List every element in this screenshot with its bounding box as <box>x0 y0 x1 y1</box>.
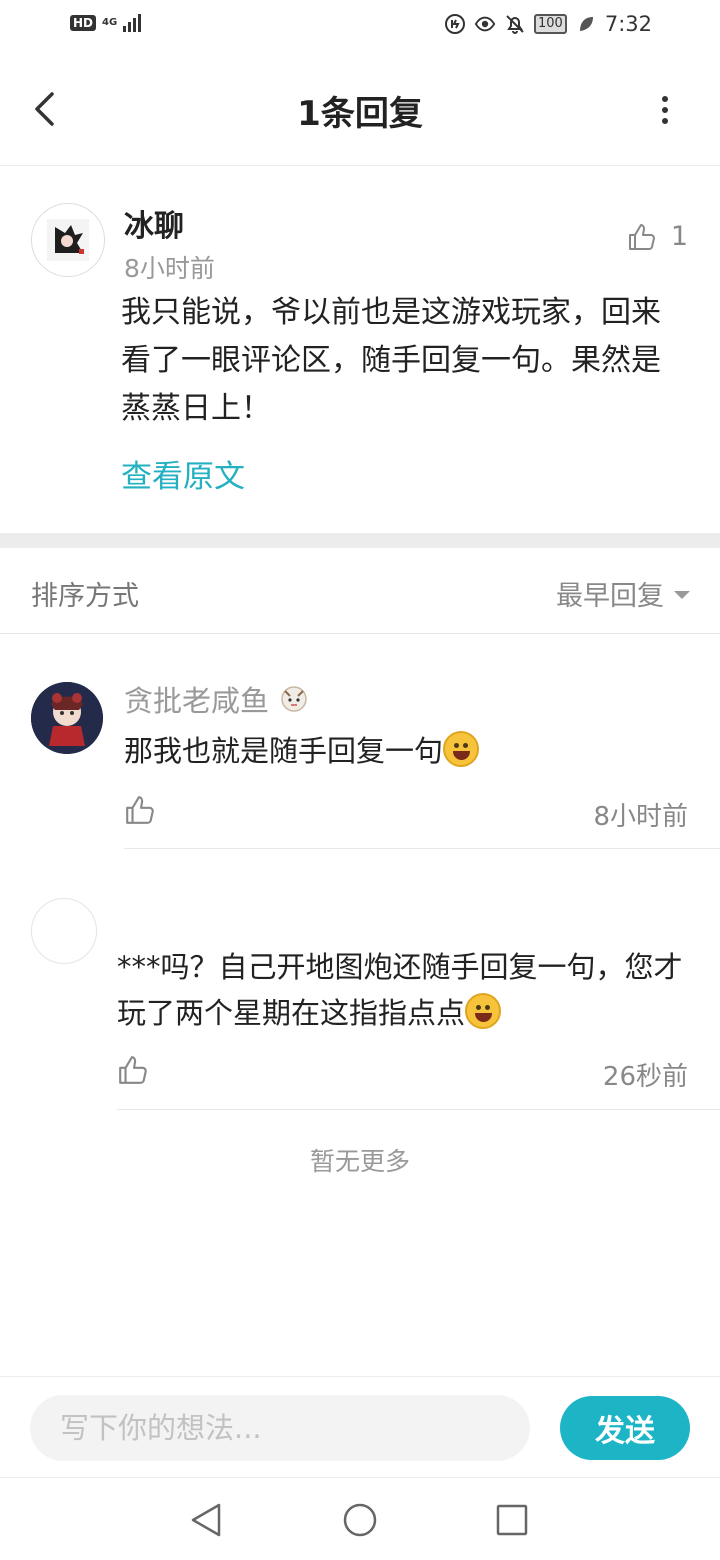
data-saver-icon <box>444 13 466 35</box>
nav-back-button[interactable] <box>186 1500 226 1540</box>
no-more-label: 暂无更多 <box>309 1147 410 1176</box>
reply-time: 8小时前 <box>593 802 688 832</box>
page-header: 1条回复 <box>0 56 720 166</box>
reply-text-content: ***吗？自己开地图炮还随手回复一句，您才玩了两个星期在这指指点点 <box>117 950 683 1030</box>
reply-author[interactable]: 贪批老咸鱼 <box>124 678 311 720</box>
send-button[interactable]: 发送 <box>560 1396 690 1460</box>
circle-home-icon <box>343 1503 377 1537</box>
nav-recents-button[interactable] <box>492 1500 532 1540</box>
signal-icon <box>123 14 142 32</box>
hd-badge: HD <box>70 15 97 31</box>
comment-composer: 发送 <box>0 1376 720 1478</box>
more-dot-icon <box>662 96 668 102</box>
avatar[interactable] <box>31 203 105 277</box>
leaf-icon <box>575 13 597 35</box>
more-options-button[interactable] <box>650 92 680 128</box>
avatar-image <box>47 219 89 261</box>
status-left: HD 4G <box>70 14 142 32</box>
sort-bar: 排序方式 最早回复 <box>0 548 720 634</box>
system-nav-bar <box>0 1478 720 1560</box>
sort-dropdown[interactable]: 最早回复 <box>556 574 690 613</box>
comment-text: 我只能说，爷以前也是这游戏玩家，回来看了一眼评论区，随手回复一句。果然是蒸蒸日上… <box>121 295 661 426</box>
sort-value: 最早回复 <box>556 581 664 612</box>
reply-divider <box>117 1109 720 1110</box>
page-title: 1条回复 <box>297 94 423 134</box>
reply-divider <box>124 848 720 849</box>
status-right: 100 7:32 <box>444 12 652 36</box>
eye-comfort-icon <box>474 13 496 35</box>
battery-icon: 100 <box>534 14 567 34</box>
reply-author-name: 贪批老咸鱼 <box>124 684 270 718</box>
sort-label: 排序方式 <box>31 581 139 612</box>
avatar[interactable] <box>31 682 103 754</box>
caret-down-icon <box>674 590 690 599</box>
triangle-back-icon <box>191 1503 221 1537</box>
reply-text: ***吗？自己开地图炮还随手回复一句，您才玩了两个星期在这指指点点 <box>117 944 692 1036</box>
reply-like-button[interactable] <box>124 794 156 830</box>
reply-like-button[interactable] <box>117 1054 149 1090</box>
laughing-emoji-icon <box>465 993 502 1029</box>
thumbs-up-icon <box>126 796 154 824</box>
reply-text: 那我也就是随手回复一句 <box>124 728 684 774</box>
author-name[interactable]: 冰聊 <box>124 201 184 245</box>
grin-emoji-icon <box>443 731 480 767</box>
reply-text-content: 那我也就是随手回复一句 <box>124 734 444 768</box>
reply-time: 26秒前 <box>602 1062 688 1092</box>
like-count: 1 <box>670 221 688 252</box>
section-divider <box>0 533 720 548</box>
clock: 7:32 <box>604 12 652 36</box>
avatar-image <box>31 682 103 754</box>
reply-item: 贪批老咸鱼 那我也就是随手回复一句 8小时前 <box>0 634 720 850</box>
badge-icon <box>281 686 307 712</box>
thumbs-up-icon <box>119 1056 147 1084</box>
original-comment: 冰聊 8小时前 1 我只能说，爷以前也是这游戏玩家，回来看了一眼评论区，随手回复… <box>0 167 720 533</box>
like-button[interactable]: 1 <box>627 221 688 252</box>
view-original-link[interactable]: 查看原文 <box>121 451 245 496</box>
reply-item: ***吗？自己开地图炮还随手回复一句，您才玩了两个星期在这指指点点 26秒前 <box>0 850 720 1112</box>
comment-input[interactable] <box>30 1395 530 1461</box>
status-bar: HD 4G 100 7:32 <box>0 0 720 56</box>
mute-bell-icon <box>504 13 526 35</box>
square-recents-icon <box>496 1504 528 1536</box>
nav-home-button[interactable] <box>340 1500 380 1540</box>
avatar[interactable] <box>31 898 97 964</box>
thumbs-up-icon <box>628 223 655 250</box>
network-type: 4G <box>102 17 118 28</box>
comment-time: 8小时前 <box>124 254 215 283</box>
